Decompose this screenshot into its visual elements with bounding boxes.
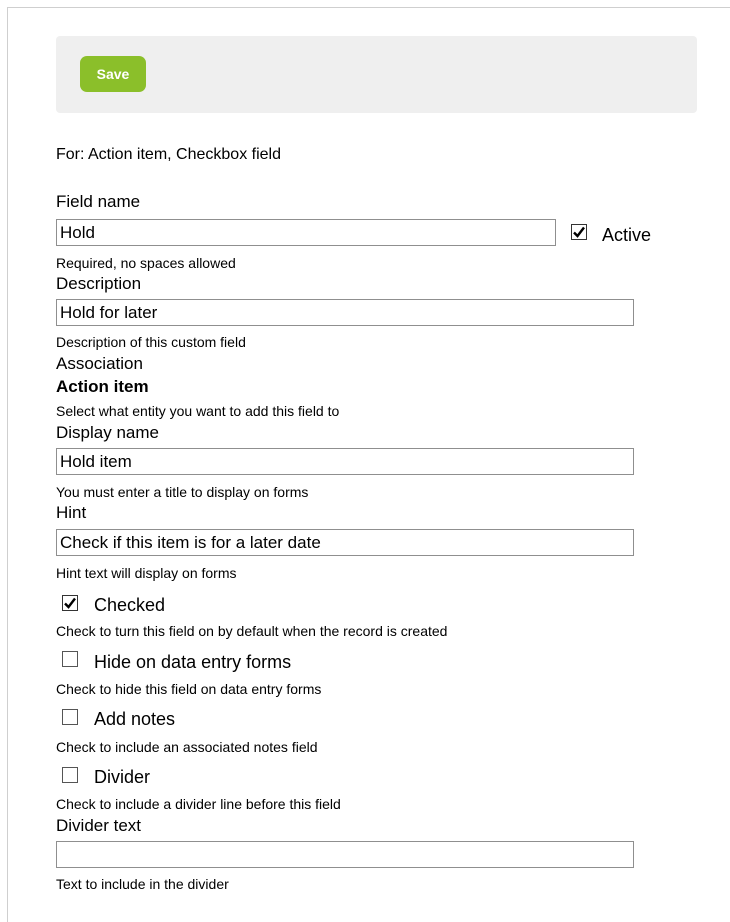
context-line: For: Action item, Checkbox field bbox=[56, 146, 281, 163]
description-label: Description bbox=[56, 274, 142, 293]
active-label: Active bbox=[602, 225, 652, 245]
association-help: Select what entity you want to add this … bbox=[56, 403, 340, 419]
hide-on-forms-label: Hide on data entry forms bbox=[94, 652, 292, 672]
field-name-input[interactable] bbox=[56, 219, 556, 246]
hint-input[interactable] bbox=[56, 529, 634, 556]
checkmark-icon bbox=[571, 224, 587, 240]
display-name-input[interactable] bbox=[56, 448, 634, 475]
add-notes-label: Add notes bbox=[94, 709, 176, 729]
divider-text-label: Divider text bbox=[56, 816, 142, 835]
checked-checkbox[interactable] bbox=[62, 595, 78, 611]
field-name-label: Field name bbox=[56, 192, 141, 211]
display-name-help: You must enter a title to display on for… bbox=[56, 484, 309, 500]
save-button[interactable]: Save bbox=[80, 56, 146, 92]
display-name-label: Display name bbox=[56, 423, 159, 442]
add-notes-checkbox[interactable] bbox=[62, 709, 78, 725]
hide-on-forms-help: Check to hide this field on data entry f… bbox=[56, 681, 322, 697]
field-name-help: Required, no spaces allowed bbox=[56, 255, 236, 271]
add-notes-help: Check to include an associated notes fie… bbox=[56, 739, 318, 755]
active-checkbox[interactable] bbox=[571, 224, 587, 240]
association-label: Association bbox=[56, 354, 143, 373]
hide-on-forms-checkbox[interactable] bbox=[62, 651, 78, 667]
association-value: Action item bbox=[56, 377, 149, 396]
divider-text-help: Text to include in the divider bbox=[56, 876, 229, 892]
divider-label: Divider bbox=[94, 767, 151, 787]
toolbar: Save bbox=[56, 36, 697, 113]
divider-text-input[interactable] bbox=[56, 841, 634, 868]
hint-label: Hint bbox=[56, 503, 87, 522]
checked-label: Checked bbox=[94, 595, 166, 615]
description-help: Description of this custom field bbox=[56, 334, 246, 350]
checkmark-icon bbox=[62, 595, 78, 611]
checked-help: Check to turn this field on by default w… bbox=[56, 623, 448, 639]
divider-checkbox[interactable] bbox=[62, 767, 78, 783]
hint-help: Hint text will display on forms bbox=[56, 565, 237, 581]
description-input[interactable] bbox=[56, 299, 634, 326]
divider-help: Check to include a divider line before t… bbox=[56, 796, 341, 812]
